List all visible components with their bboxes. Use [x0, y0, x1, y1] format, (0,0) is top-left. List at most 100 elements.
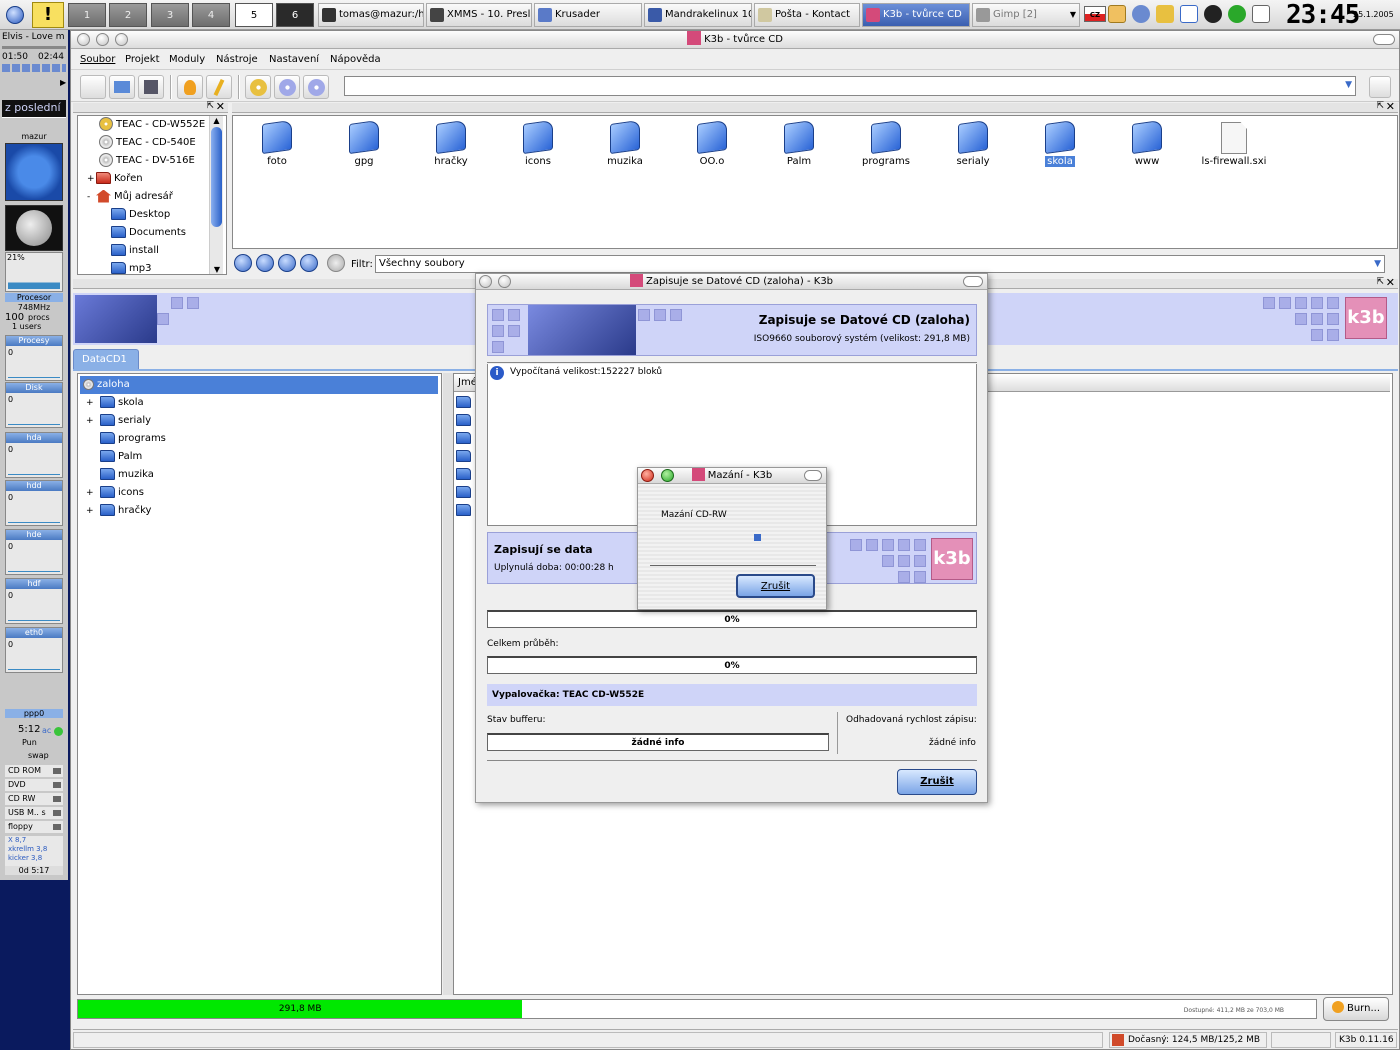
file-item[interactable]: foto — [237, 119, 317, 167]
device-tree-item[interactable]: Desktop — [111, 206, 170, 224]
ppp-connect-icon[interactable] — [54, 727, 63, 736]
location-combo[interactable]: ▼ — [344, 76, 1356, 96]
erase-cancel-button[interactable]: Zrušit — [736, 574, 815, 598]
device-tree-scrollbar[interactable]: ▲ ▼ — [209, 116, 223, 274]
forward-icon[interactable] — [256, 254, 274, 272]
xmms-seek-bar[interactable] — [2, 46, 66, 49]
clock[interactable]: 23:45 — [1286, 2, 1360, 28]
mount-0[interactable]: CD ROM — [5, 765, 63, 777]
copy-cd-button[interactable] — [245, 75, 271, 99]
splitter-handle[interactable] — [443, 373, 453, 995]
erase-shade-button[interactable] — [804, 470, 822, 481]
task-gimp[interactable]: Gimp [2] ▼ — [972, 3, 1080, 27]
undock-icon[interactable]: ⇱ — [1376, 277, 1384, 287]
expand-icon[interactable]: - — [87, 188, 96, 206]
menu-moduly[interactable]: Moduly — [169, 53, 205, 67]
file-item[interactable]: hračky — [411, 119, 491, 167]
back-icon[interactable] — [234, 254, 252, 272]
klipper-icon[interactable] — [1108, 5, 1126, 23]
erase-cd-button[interactable] — [274, 75, 300, 99]
k3b-tray-icon[interactable] — [1252, 5, 1270, 23]
erase-dialog-titlebar[interactable]: Mazání - K3b — [638, 468, 826, 484]
new-document-button[interactable] — [80, 75, 106, 99]
file-item[interactable]: OO.o — [672, 119, 752, 167]
file-item[interactable]: serialy — [933, 119, 1013, 167]
dialog-shade-button[interactable] — [963, 276, 983, 287]
home-icon[interactable] — [327, 254, 345, 272]
download-icon[interactable] — [1204, 5, 1222, 23]
device-tree-item[interactable]: install — [111, 242, 159, 260]
device-tree-item[interactable]: Documents — [111, 224, 186, 242]
kmenu-button[interactable] — [6, 6, 24, 24]
dialog-titlebar[interactable]: Zapisuje se Datové CD (zaloha) - K3b — [476, 274, 987, 290]
up-icon[interactable] — [278, 254, 296, 272]
file-browser[interactable]: foto gpg hračky icons muzika OO.o Palm programs… — [232, 115, 1398, 249]
erase-close-button[interactable] — [641, 469, 654, 482]
filter-combo[interactable]: Všechny soubory ▼ — [375, 255, 1385, 273]
menu-soubor[interactable]: Soubor — [80, 53, 115, 67]
menu-napoveda[interactable]: Nápověda — [330, 53, 381, 67]
project-tree-item[interactable]: muzika — [86, 466, 154, 484]
desktop-2-button[interactable]: 2 — [109, 3, 147, 27]
file-item[interactable]: programs — [846, 119, 926, 167]
desktop-1-button[interactable]: 1 — [68, 3, 106, 27]
tab-datacd[interactable]: DataCD1 — [73, 349, 139, 369]
edit-button[interactable] — [206, 75, 232, 99]
burn-button[interactable] — [177, 75, 203, 99]
expand-icon[interactable]: + — [86, 412, 100, 430]
menu-nastroje[interactable]: Nástroje — [216, 53, 258, 67]
task-kontact[interactable]: Pošta - Kontact — [754, 3, 860, 27]
dialog-close-button[interactable] — [479, 275, 492, 288]
device-tree-item[interactable]: TEAC - CD-W552E — [99, 116, 205, 134]
task-k3b[interactable]: K3b - tvůrce CD — [862, 3, 970, 27]
burn-cancel-button[interactable]: Zrušit — [897, 769, 977, 795]
project-tree-item[interactable]: Palm — [86, 448, 142, 466]
file-item[interactable]: Palm — [759, 119, 839, 167]
scroll-down-icon[interactable]: ▼ — [210, 265, 224, 274]
expand-icon[interactable]: + — [87, 170, 96, 188]
window-shade-button[interactable] — [1373, 34, 1395, 45]
open-folder-button[interactable] — [109, 75, 135, 99]
expand-icon[interactable]: + — [86, 502, 100, 520]
keyboard-layout-indicator[interactable]: CZ — [1084, 6, 1106, 22]
reload-icon[interactable] — [300, 254, 318, 272]
scrollbar-thumb[interactable] — [211, 127, 222, 227]
device-tree-item[interactable]: TEAC - DV-516E — [99, 152, 195, 170]
volume-icon[interactable] — [1132, 5, 1150, 23]
project-tree-item[interactable]: + hračky — [86, 502, 151, 520]
file-item[interactable]: muzika — [585, 119, 665, 167]
erase-maximize-button[interactable] — [661, 469, 674, 482]
xmms-controls[interactable] — [2, 64, 66, 72]
task-xmms[interactable]: XMMS - 10. Presl — [426, 3, 532, 27]
project-tree-item[interactable]: + serialy — [86, 412, 151, 430]
desktop-6-button[interactable]: 6 — [276, 3, 314, 27]
format-dvd-button[interactable] — [303, 75, 329, 99]
task-browser[interactable]: Mandrakelinux 10 — [644, 3, 752, 27]
mount-4[interactable]: floppy — [5, 821, 63, 833]
menu-projekt[interactable]: Projekt — [125, 53, 160, 67]
burn-project-button[interactable]: Burn... — [1323, 997, 1389, 1021]
file-item[interactable]: skola — [1020, 119, 1100, 167]
undock-icon[interactable]: ⇱ — [1376, 101, 1384, 111]
device-tree-item[interactable]: mp3 — [111, 260, 151, 278]
window-close-button[interactable] — [77, 33, 90, 46]
window-titlebar[interactable]: K3b - tvůrce CD — [71, 31, 1399, 49]
device-tree-item[interactable]: + Kořen — [87, 170, 143, 188]
expand-icon[interactable]: + — [86, 484, 100, 502]
mount-3[interactable]: USB M.. s — [5, 807, 63, 819]
scroll-up-icon[interactable]: ▲ — [210, 116, 223, 125]
project-tree-item[interactable]: programs — [86, 430, 166, 448]
warning-icon[interactable]: ! — [32, 2, 64, 28]
mount-1[interactable]: DVD — [5, 779, 63, 791]
window-minimize-button[interactable] — [96, 33, 109, 46]
menu-nastaveni[interactable]: Nastavení — [269, 53, 319, 67]
window-maximize-button[interactable] — [115, 33, 128, 46]
project-tree-item[interactable]: + skola — [86, 394, 144, 412]
desktop-4-button[interactable]: 4 — [192, 3, 230, 27]
clover-icon[interactable] — [1228, 5, 1246, 23]
file-item[interactable]: www — [1107, 119, 1187, 167]
scroll-arrow-icon[interactable]: ▶ — [60, 78, 66, 87]
file-item[interactable]: gpg — [324, 119, 404, 167]
expand-icon[interactable]: + — [86, 394, 100, 412]
keys-icon[interactable] — [1156, 5, 1174, 23]
